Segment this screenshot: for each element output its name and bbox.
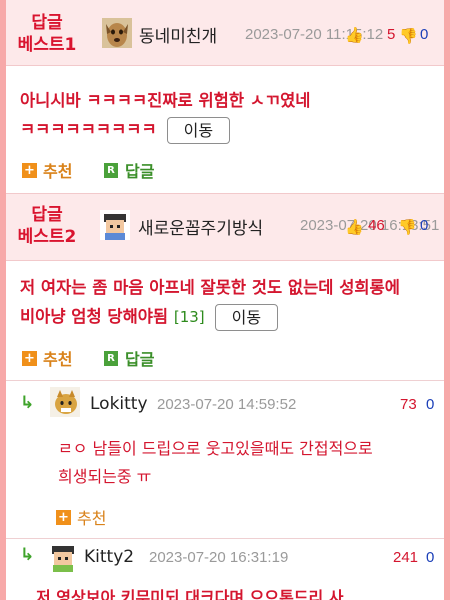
reply-button[interactable]: R 답글	[104, 346, 154, 370]
recommend-button[interactable]: + 추천	[56, 505, 106, 529]
reply-r-icon: R	[104, 350, 118, 366]
nickname[interactable]: Kitty2	[84, 547, 134, 567]
comment-text: ㄹㅇ 남들이 드립으로 웃고있을때도 간접적으로 희생되는중 ㅠ	[58, 439, 373, 486]
like-count: 46	[368, 217, 385, 234]
avatar[interactable]	[50, 387, 80, 417]
dislike-count: 0	[420, 217, 429, 234]
best-label-line2: 베스트2	[17, 227, 77, 247]
nickname[interactable]: Lokitty	[90, 394, 148, 414]
plus-icon: +	[22, 350, 37, 366]
avatar[interactable]	[100, 210, 130, 240]
timestamp: 2023-07-20 14:59:52	[157, 396, 297, 413]
avatar[interactable]	[102, 18, 132, 48]
like-count: 73	[400, 396, 417, 413]
dislike-count: 0	[426, 549, 435, 566]
plus-icon: +	[56, 509, 71, 525]
move-button[interactable]: 이동	[214, 304, 279, 331]
thumbs-down-icon[interactable]: 👎	[399, 27, 418, 45]
timestamp: 2023-07-20 16:31:19	[149, 549, 289, 566]
reply-label: 답글	[125, 162, 155, 181]
reply-arrow-icon: ↳	[20, 393, 35, 413]
best-label-line1: 답글	[31, 13, 63, 33]
thumbs-up-icon[interactable]: 👍	[345, 26, 364, 44]
comment-text: 아니시바 ㅋㅋㅋㅋ진짜로 위험한 ㅅㄲ였네 ㅋㅋㅋㅋㅋㅋㅋㅋㅋ	[20, 91, 311, 139]
like-count: 241	[393, 549, 419, 566]
best-reply-header-1: 답글 베스트1 동네미친개 2023-07-20 11:15:12 👍 5 👎 …	[6, 0, 444, 66]
nickname[interactable]: 동네미친개	[139, 22, 217, 47]
comment-text: 저 여자는 좀 마음 아프네 잘못한 것도 없는데 성희롱에 비아냥 엄청 당해…	[20, 278, 400, 326]
best-label-line1: 답글	[31, 205, 63, 225]
best-label-line2: 베스트1	[17, 35, 77, 55]
reply-button[interactable]: R 답글	[104, 158, 154, 182]
comment-panel: 답글 베스트1 동네미친개 2023-07-20 11:15:12 👍 5 👎 …	[6, 0, 444, 600]
recommend-label: 추천	[43, 350, 73, 369]
comment-text: 저 영상보아 키무미되 대크다며 으으톤드리 사	[36, 588, 344, 600]
reply-label: 답글	[125, 350, 155, 369]
best-reply-label-2: 답글 베스트2	[14, 204, 80, 248]
recommend-button[interactable]: + 추천	[22, 346, 72, 370]
divider	[6, 538, 444, 539]
thumbs-up-icon[interactable]: 👍	[345, 218, 364, 236]
reply-arrow-icon: ↳	[20, 545, 35, 565]
like-count: 5	[387, 26, 396, 43]
thumbs-down-icon[interactable]: 👎	[398, 218, 417, 236]
best-reply-body-1: 아니시바 ㅋㅋㅋㅋ진짜로 위험한 ㅅㄲ였네 ㅋㅋㅋㅋㅋㅋㅋㅋㅋ 이동	[20, 86, 438, 144]
best-reply-body-2: 저 여자는 좀 마음 아프네 잘못한 것도 없는데 성희롱에 비아냥 엄청 당해…	[20, 273, 438, 332]
dislike-count: 0	[426, 396, 435, 413]
avatar[interactable]	[48, 542, 78, 572]
recommend-label: 추천	[77, 509, 107, 528]
nickname[interactable]: 새로운꼽주기방식	[138, 214, 263, 239]
reply-r-icon: R	[104, 162, 118, 178]
reply-count[interactable]: [13]	[174, 308, 205, 326]
recommend-button[interactable]: + 추천	[22, 158, 72, 182]
plus-icon: +	[22, 162, 37, 178]
best-reply-header-2: 답글 베스트2 새로운꼽주기방식 2023-07-20 16:13:51 👍 4…	[6, 193, 444, 261]
recommend-label: 추천	[43, 162, 73, 181]
best-reply-label-1: 답글 베스트1	[14, 12, 80, 56]
move-button[interactable]: 이동	[166, 117, 231, 144]
divider	[6, 380, 444, 381]
dislike-count: 0	[420, 26, 429, 43]
